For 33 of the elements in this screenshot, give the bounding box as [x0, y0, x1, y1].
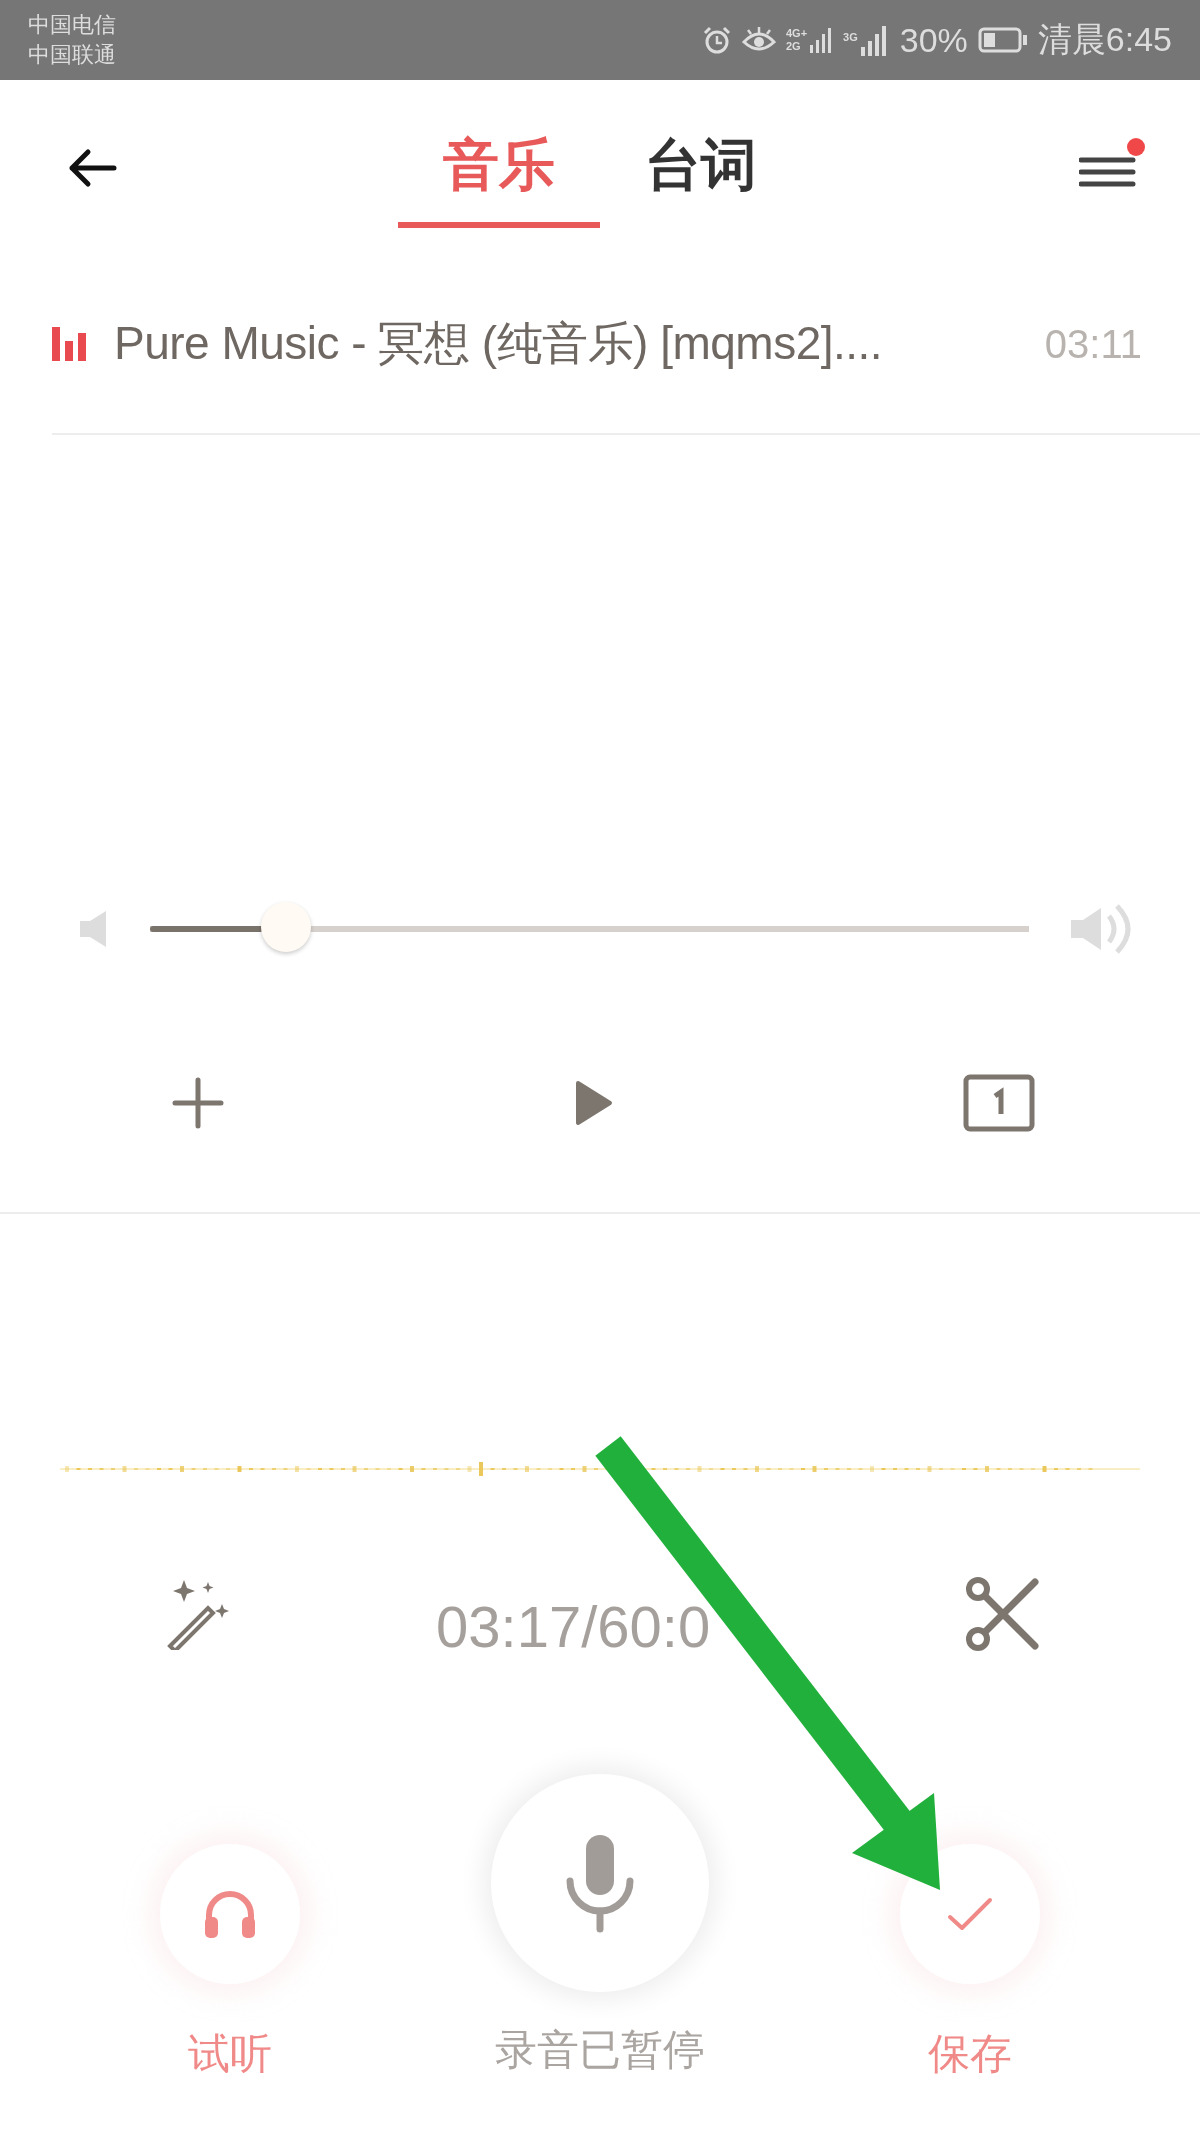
track-title: Pure Music - 冥想 (纯音乐) [mqms2].... — [114, 316, 884, 371]
battery-icon — [977, 27, 1028, 53]
track-row[interactable]: Pure Music - 冥想 (纯音乐) [mqms2].... 03:11 — [52, 255, 1200, 435]
action-label: 试听 — [188, 2029, 272, 2079]
volume-thumb[interactable] — [261, 902, 312, 952]
signal-icon — [809, 25, 834, 55]
network-type: 2G — [785, 40, 802, 53]
add-button[interactable] — [172, 1077, 224, 1129]
tab[interactable]: 音乐 — [398, 118, 600, 228]
network-type: 4G+ — [785, 27, 808, 40]
plus-icon — [172, 1077, 224, 1129]
battery-percent: 30% — [899, 20, 968, 60]
trim-button[interactable] — [966, 1577, 1040, 1651]
tab[interactable]: 台词 — [600, 118, 802, 228]
eye-icon — [741, 26, 776, 54]
microphone-icon — [564, 1833, 636, 1933]
equalizer-icon — [52, 327, 88, 361]
headphones-icon — [203, 1889, 257, 1939]
action-label: 保存 — [928, 2029, 1012, 2079]
scissors-icon — [966, 1577, 1040, 1651]
alarm-icon — [701, 25, 732, 55]
loop-once-button[interactable] — [963, 1074, 1035, 1132]
carrier-name: 中国电信 — [28, 11, 116, 39]
network-type: 3G — [843, 31, 858, 43]
play-button[interactable] — [574, 1079, 613, 1127]
checkmark-icon — [947, 1897, 993, 1931]
single-repeat-icon — [963, 1074, 1035, 1132]
carrier-name: 中国联通 — [28, 41, 116, 69]
clock: 清晨6:45 — [1037, 19, 1172, 60]
recording-timer: 03:17/60:0 — [436, 1593, 711, 1660]
track-duration: 03:11 — [1044, 321, 1142, 367]
play-icon — [574, 1079, 613, 1127]
action-label: 录音已暂停 — [495, 2025, 705, 2075]
